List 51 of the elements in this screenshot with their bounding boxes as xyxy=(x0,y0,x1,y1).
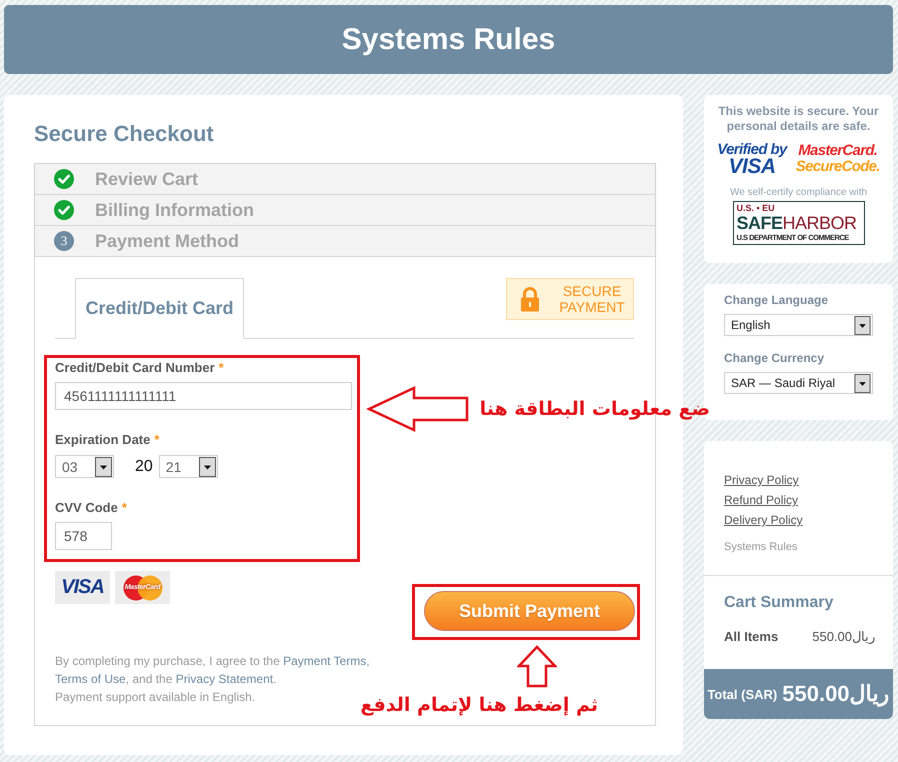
field-label: CVV Code xyxy=(55,500,118,516)
step-number: 3 xyxy=(54,231,74,251)
company-name: Systems Rules xyxy=(724,540,798,554)
caret-icon xyxy=(854,316,871,334)
year-prefix: 20 xyxy=(135,458,153,476)
lock-icon xyxy=(520,286,540,312)
step-label: Billing Information xyxy=(95,200,254,220)
caret-icon xyxy=(95,456,112,476)
securecode-logo: MasterCard. SecureCode. xyxy=(796,143,880,175)
terms-link[interactable]: Privacy Statement xyxy=(176,672,274,686)
annotation-text: ضع معلومات البطاقة هنا xyxy=(480,397,710,422)
terms-text: By completing my purchase, I agree to the Payment Terms, Terms of Use, and the Privacy Statement. xyxy=(55,653,371,688)
terms-link[interactable]: Terms of Use xyxy=(55,672,126,686)
preference-label: Change Currency xyxy=(724,350,826,366)
total-amount: 550.00ريال xyxy=(782,681,890,707)
input-field[interactable]: 578 xyxy=(55,522,112,550)
verified-by-visa-logo: Verified by VISA xyxy=(717,142,787,176)
dropdown-select[interactable]: SAR — Saudi Riyal xyxy=(724,372,873,394)
step-label: Review Cart xyxy=(95,168,198,190)
site-title: Systems Rules xyxy=(342,22,556,58)
policy-link[interactable]: Privacy Policy xyxy=(724,470,799,490)
policy-link[interactable]: Refund Policy xyxy=(724,490,798,510)
up-arrow-icon xyxy=(517,643,557,688)
secure-payment-text: SECURE PAYMENT xyxy=(558,283,626,315)
policy-link[interactable]: Delivery Policy xyxy=(724,510,803,530)
line-label: All Items xyxy=(724,628,778,646)
annotation-text: ثم إضغط هنا لإتمام الدفع xyxy=(360,693,598,718)
visa-logo: VISA xyxy=(55,571,110,604)
left-arrow-icon xyxy=(365,386,469,432)
caret-icon xyxy=(854,374,871,392)
checkout-title: Secure Checkout xyxy=(34,120,215,148)
caret-icon xyxy=(198,456,216,476)
payment-tab[interactable]: Credit/Debit Card xyxy=(75,278,244,339)
total-label: Total (SAR) xyxy=(707,686,778,702)
month-select[interactable]: 03 xyxy=(55,455,114,478)
dropdown-select[interactable]: English xyxy=(724,314,873,336)
support-note: Payment support available in English. xyxy=(55,689,256,706)
field-label: Expiration Date xyxy=(55,432,150,448)
line-amount: 550.00ريال xyxy=(812,628,875,646)
terms-link[interactable]: Payment Terms xyxy=(283,654,366,668)
step-label: Payment Method xyxy=(95,230,240,252)
required-mark: * xyxy=(122,500,127,516)
compliance-note: We self-certify compliance with xyxy=(728,187,868,199)
input-field[interactable]: 4561111111111111 xyxy=(55,382,352,410)
security-message: This website is secure. Your personal details are safe. xyxy=(717,104,880,134)
preference-label: Change Language xyxy=(724,292,830,308)
cart-summary-title: Cart Summary xyxy=(724,593,834,613)
field-label: Credit/Debit Card Number xyxy=(55,360,215,376)
required-mark: * xyxy=(218,360,224,376)
year-select[interactable]: 21 xyxy=(158,455,218,478)
required-mark: * xyxy=(154,432,160,448)
